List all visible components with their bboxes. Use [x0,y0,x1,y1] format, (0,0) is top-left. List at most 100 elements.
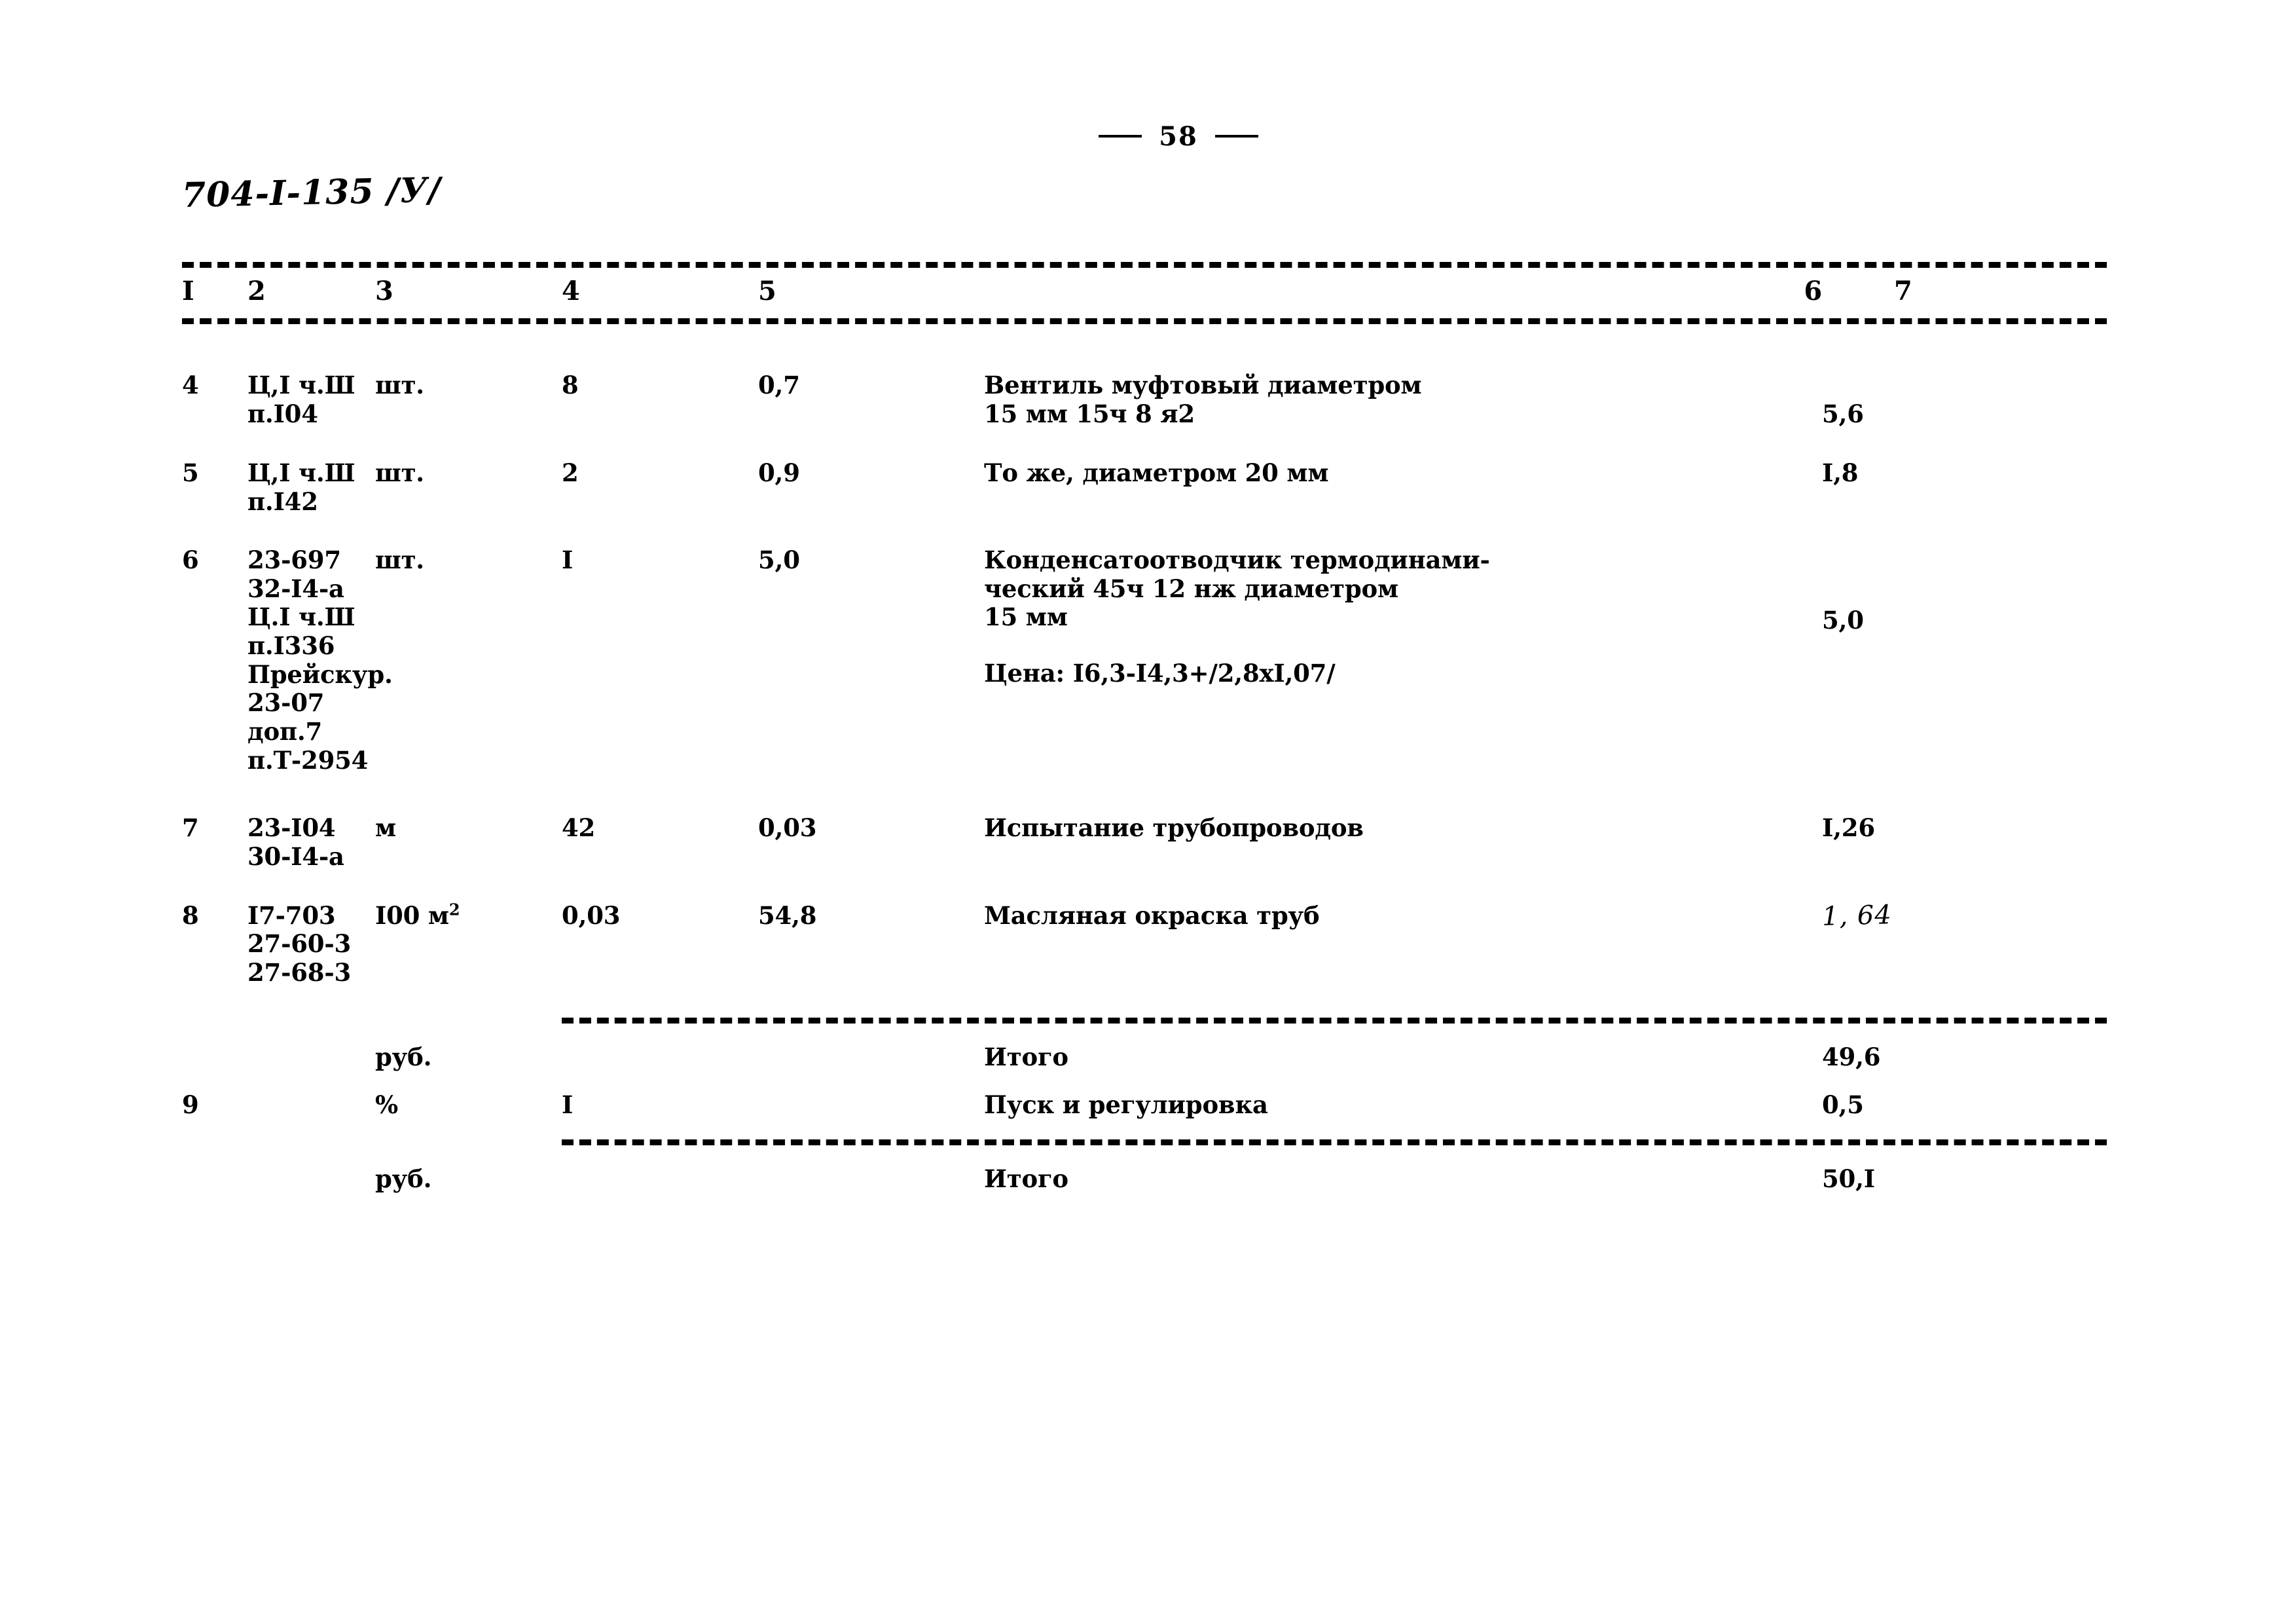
table-rule-before-total [562,1139,2107,1145]
description-line: 15 мм [984,602,1068,632]
document-page: 58 704-I-135 /У/ I 2 3 4 5 6 7 4 Ц,I ч.Ш… [0,0,2296,1624]
code-line: п.I04 [247,399,318,428]
code-line: 23-07 [247,688,325,718]
description-line: То же, диаметром 20 мм [984,458,1329,487]
page-number-dash-right [1214,135,1258,138]
row-rate: 0,03 [758,813,817,843]
row-unit-text: I00 м [375,900,449,930]
row-number: 7 [182,813,199,843]
row-codes: Ц,I ч.Ш п.I04 [247,371,375,428]
table-rule-top [182,262,2107,268]
row-codes: 23-I04 30-I4-а [247,814,375,871]
code-line: 32-I4-а [247,574,344,603]
column-header-6: 6 [1804,276,1822,306]
row-unit: % [375,1090,398,1120]
row-unit-exponent: 2 [448,900,460,919]
code-line: I7-703 [247,900,336,930]
cost-estimate-table: I 2 3 4 5 6 7 4 Ц,I ч.Ш п.I04 шт. 8 0,7 … [182,262,2107,1194]
subtotal-label: Итого [984,1042,1068,1071]
row-total: 0,5 [1822,1090,1864,1120]
row-unit: шт. [375,371,424,400]
table-row: 9 % I Пуск и регулировка 0,5 [182,1091,2107,1120]
description-line: 15 мм 15ч 8 я2 [984,399,1195,428]
column-header-4: 4 [562,276,580,306]
row-quantity: 8 [562,371,579,400]
row-description: Пуск и регулировка [984,1090,1268,1120]
description-line: Испытание трубопроводов [984,813,1364,843]
code-line: Прейскур. [247,659,393,689]
row-rate: 5,0 [758,545,800,575]
row-description: Вентиль муфтовый диаметром 15 мм 15ч 8 я… [984,371,1822,428]
grand-total-value: 50,I [1822,1164,1875,1193]
table-row: 6 23-697 32-I4-а Ц.I ч.Ш п.I336 Прейскур… [182,545,2107,775]
row-rate: 0,7 [758,371,800,400]
row-description: Испытание трубопроводов [984,814,1822,843]
row-total: 5,0 [1822,546,2104,635]
row-total-value: 5,0 [1822,606,1864,635]
subtotal-row: руб. Итого 49,6 [182,1043,2107,1072]
page-number: 58 [1048,121,1309,152]
table-row: 8 I7-703 27-60-3 27-68-3 I00 м2 0,03 54,… [182,900,2107,987]
document-code-handwritten: 704-I-135 /У/ [181,170,442,215]
code-line: п.I336 [247,631,335,661]
description-line: Конденсатоотводчик термодинами- [984,545,1490,575]
row-total: I,26 [1822,813,1875,843]
code-line: 27-68-3 [247,958,352,987]
row-codes: 23-697 32-I4-а Ц.I ч.Ш п.I336 Прейскур. … [247,545,393,775]
table-rule-before-subtotal [562,1017,2107,1024]
row-number: 8 [182,900,199,930]
description-line: Масляная окраска труб [984,900,1320,930]
table-row: 4 Ц,I ч.Ш п.I04 шт. 8 0,7 Вентиль муфтов… [182,354,2107,429]
code-line: Ц,I ч.Ш [247,458,355,487]
row-description: То же, диаметром 20 мм [984,458,1822,488]
table-row: 7 23-I04 30-I4-а м 42 0,03 Испытание тру… [182,814,2107,871]
row-quantity: 2 [562,458,579,487]
code-line: п.Т-2954 [247,745,369,775]
column-header-1: I [182,276,194,306]
column-header-7: 7 [1894,276,1912,306]
description-line: ческий 45ч 12 нж диаметром [984,574,1398,603]
row-unit: I00 м2 [375,900,562,931]
table-row: 5 Ц,I ч.Ш п.I42 шт. 2 0,9 То же, диаметр… [182,458,2107,516]
code-line: 23-697 [247,545,341,575]
code-line: доп.7 [247,717,323,747]
row-total: 1, 64 [1821,900,2104,932]
grand-total-row: руб. Итого 50,I [182,1164,2107,1194]
row-number: 4 [182,371,199,400]
row-codes: I7-703 27-60-3 27-68-3 [247,900,375,987]
row-quantity: I [562,545,574,575]
row-description: Конденсатоотводчик термодинами- ческий 4… [984,545,1822,688]
row-rate: 54,8 [758,900,817,930]
price-note: Цена: I6,3-I4,3+/2,8xI,07/ [984,659,1336,688]
row-unit: шт. [375,458,424,487]
row-quantity: 0,03 [562,900,621,930]
row-description: Масляная окраска труб [984,900,1822,931]
code-line: п.I42 [247,487,318,516]
page-number-dash-left [1099,135,1142,138]
subtotal-unit: руб. [375,1042,432,1071]
grand-total-unit: руб. [375,1164,432,1193]
code-line: Ц,I ч.Ш [247,371,355,400]
row-quantity: 42 [562,813,596,843]
table-rule-header-bottom [182,318,2107,325]
table-header-row: I 2 3 4 5 6 7 [182,268,2107,318]
code-line: 23-I04 [247,813,336,843]
row-total: I,8 [1822,458,1859,487]
description-line: Вентиль муфтовый диаметром [984,371,1422,400]
column-header-5: 5 [758,276,776,306]
row-total-value: 5,6 [1822,399,1864,429]
row-rate: 0,9 [758,458,800,487]
grand-total-label: Итого [984,1164,1068,1193]
row-number: 9 [182,1090,199,1120]
column-header-2: 2 [247,276,266,306]
row-quantity: I [562,1090,574,1120]
row-codes: Ц,I ч.Ш п.I42 [247,458,375,516]
row-number: 6 [182,545,199,575]
subtotal-value: 49,6 [1822,1042,1881,1071]
code-line: 30-I4-а [247,842,344,872]
page-number-value: 58 [1159,121,1198,152]
column-header-3: 3 [375,276,393,306]
code-line: 27-60-3 [247,929,352,959]
code-line: Ц.I ч.Ш [247,602,355,632]
row-unit: шт. [375,545,424,575]
